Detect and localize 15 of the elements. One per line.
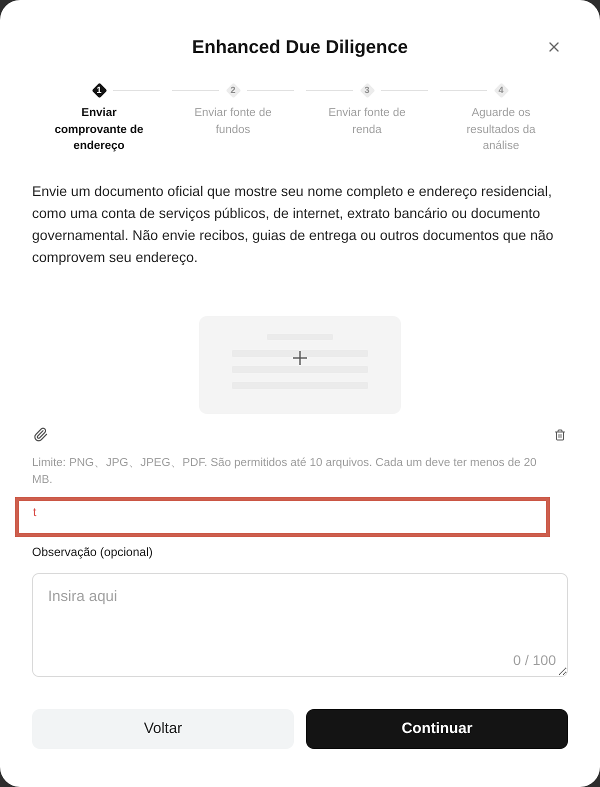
delete-icon[interactable] [554, 428, 566, 440]
note-label: Observação (opcional) [32, 544, 154, 560]
dialog-title: Enhanced Due Diligence [192, 35, 408, 59]
back-button[interactable]: Voltar [32, 708, 294, 748]
continue-button[interactable]: Continuar [306, 708, 568, 748]
step-label: Enviar fonte de fundos [193, 106, 273, 138]
error-text: t [33, 504, 36, 518]
plus-icon [293, 350, 307, 364]
file-limit-hint: Limite: PNG、JPG、JPEG、PDF. São permitidos até 10 arquivos. Cada um deve ter menos de 20 MB. [32, 456, 538, 488]
step-label: Enviar fonte de renda [327, 106, 407, 138]
step-label: Enviar comprovante de endereço [54, 106, 144, 154]
step-label: Aguarde os resultados da análise [465, 106, 537, 154]
character-counter: 0 / 100 [513, 650, 556, 668]
attachment-icon[interactable] [33, 427, 48, 442]
instructions-text: Envie um documento oficial que mostre seu nome completo e endereço residencial, como uma conta de serviços públicos, de internet, extrato bancário ou documento governamental. Não envie recibos, guias de entrega ou outros documentos que não comprovem seu endereço. [32, 182, 554, 267]
